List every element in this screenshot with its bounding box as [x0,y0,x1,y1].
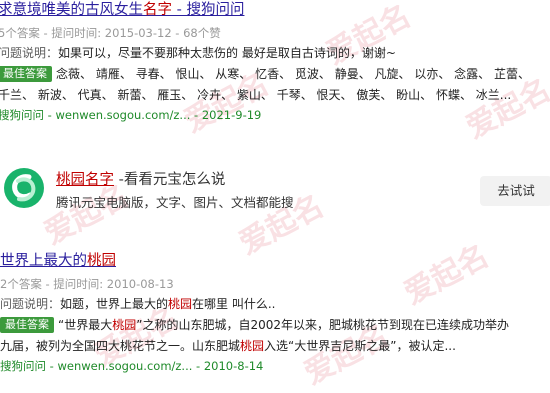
question-label: 问题说明： [0,297,61,311]
best-answer: 最佳答案 “世界最大桃园”之称的山东肥城，自2002年以来，肥城桃花节到现在已连续… [0,314,550,336]
question-description: 问题说明：如题，世界上最大的桃园在哪里 叫什么.. [0,297,276,311]
question-label: 问题说明： [0,46,59,60]
result-meta: 2个答案 - 提问时间: 2010-08-13 [0,277,174,291]
question-description: 问题说明：如果可以，尽量不要那种太悲伤的 最好是取自古诗词的，谢谢~ [0,46,396,60]
best-answer-continued: 千兰、 新波、 代真、 新蕾、 雁玉、 冷卉、 紫山、 千琴、 恨天、 傲芙、 … [0,88,512,102]
yuanbao-logo-icon [4,168,44,208]
result-source-link[interactable]: 搜狗问问 - wenwen.sogou.com/z... - 2021-9-19 [0,106,548,124]
result-title-link[interactable]: 求意境唯美的古风女生名字 - 搜狗问问 [0,0,548,20]
try-button[interactable]: 去试试 [480,176,550,206]
ai-assistant-ad: 桃园名字 -看看元宝怎么说 腾讯元宝电脑版，文字、图片、文档都能搜 [0,162,550,218]
ad-title-link[interactable]: 桃园名字 -看看元宝怎么说 [56,170,225,190]
best-answer-badge: 最佳答案 [0,317,54,333]
result-source-link[interactable]: 搜狗问问 - wenwen.sogou.com/z... - 2010-8-14 [0,357,550,375]
best-answer: 最佳答案 念薇、 靖雁、 寻春、 恨山、 从寒、 忆香、 觅波、 静曼、 凡旋、 … [0,63,548,85]
best-answer-badge: 最佳答案 [0,66,52,82]
result-title-link[interactable]: 世界上最大的桃园 [0,251,550,271]
result-meta: 5个答案 - 提问时间: 2015-03-12 - 68个赞 [0,26,221,40]
search-result: 世界上最大的桃园 2个答案 - 提问时间: 2010-08-13 问题说明：如题… [0,251,550,375]
best-answer-continued: 九届，被列为全国四大桃花节之一。山东肥城桃园入选“大世界吉尼斯之最”，被认定..… [0,339,456,353]
ad-description: 腾讯元宝电脑版，文字、图片、文档都能搜 [56,195,294,210]
search-result: 求意境唯美的古风女生名字 - 搜狗问问 5个答案 - 提问时间: 2015-03… [0,0,548,124]
